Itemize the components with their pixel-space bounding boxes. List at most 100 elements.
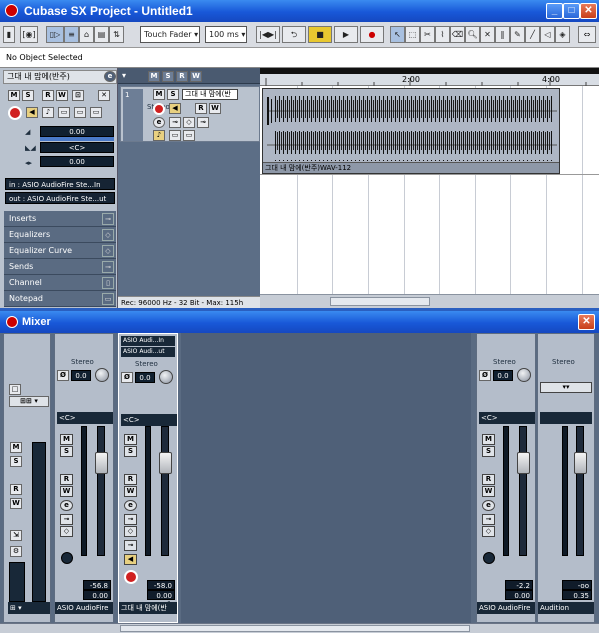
folder-button[interactable]: ▭: [74, 107, 86, 118]
channel-io-button[interactable]: ▾▾: [540, 382, 592, 393]
timebase-button[interactable]: ♪: [42, 107, 54, 118]
constrain-delay-button[interactable]: [◉]: [20, 26, 38, 43]
channel-mute-button[interactable]: M: [482, 434, 495, 445]
channel-level[interactable]: 0.00: [505, 590, 533, 600]
track-edit-button[interactable]: e: [153, 117, 165, 128]
goto-start-end-button[interactable]: |◀▶|: [256, 26, 280, 43]
timewarp-tool-icon[interactable]: ‖: [495, 26, 510, 43]
channel-solo-button[interactable]: S: [482, 446, 495, 457]
inspector-track-name[interactable]: 그대 내 맘에(반주): [3, 70, 117, 84]
channel-edit-button[interactable]: e: [482, 500, 495, 511]
object-select-tool-icon[interactable]: ↖: [390, 26, 405, 43]
show-inspector-button[interactable]: ▯▷: [46, 26, 64, 43]
volume-value[interactable]: 0.00: [40, 126, 114, 137]
split-tool-icon[interactable]: ✂: [420, 26, 435, 43]
channel-fader[interactable]: [519, 426, 527, 556]
channel-name-input[interactable]: ASIO AudioFire: [55, 602, 113, 614]
global-solo-button[interactable]: S: [162, 71, 174, 82]
common-read-all-button[interactable]: R: [10, 484, 22, 495]
channel-pan[interactable]: [540, 412, 592, 424]
line-tool-icon[interactable]: ╱: [525, 26, 540, 43]
pan-value[interactable]: <C>: [40, 142, 114, 153]
arrange-horizontal-scrollbar[interactable]: [260, 294, 599, 308]
stop-button[interactable]: ■: [308, 26, 332, 43]
track-name-field[interactable]: 그대 내 맘에(반: [182, 89, 238, 100]
record-enable-button[interactable]: [8, 106, 22, 120]
zoom-tool-icon[interactable]: 🔍︎: [465, 26, 480, 43]
input-gain-value[interactable]: 0.0: [493, 370, 513, 381]
channel-fader-cap[interactable]: [95, 452, 108, 474]
equalizer-curve-section[interactable]: Equalizer Curve ◇: [4, 243, 116, 259]
color-tool-icon[interactable]: ◈: [555, 26, 570, 43]
track-mute-button[interactable]: M: [153, 89, 165, 100]
phase-button[interactable]: Ø: [479, 370, 491, 381]
lock-button[interactable]: ⊡: [72, 90, 84, 101]
channel-write-button[interactable]: W: [482, 486, 495, 497]
channel-monitor-button[interactable]: ◀: [124, 554, 137, 565]
channel-section[interactable]: Channel ▯: [4, 275, 116, 291]
sends-section[interactable]: Sends ⊸: [4, 259, 116, 275]
channel-write-button[interactable]: W: [60, 486, 73, 497]
show-overview-button[interactable]: ⌂: [79, 26, 94, 43]
mute-tool-icon[interactable]: ✕: [480, 26, 495, 43]
audio-track[interactable]: 1 Stereo M S 그대 내 맘에(반 ◀ R W e ⊸ ◇ ⊸ ♪ ▭…: [120, 86, 260, 142]
glue-tool-icon[interactable]: ⌇: [435, 26, 450, 43]
track-insert-bypass-button[interactable]: ⊸: [169, 117, 181, 128]
solo-button[interactable]: S: [22, 90, 34, 101]
play-tool-icon[interactable]: ◁: [540, 26, 555, 43]
pool-button[interactable]: ▤: [94, 26, 109, 43]
track-timebase-button[interactable]: ♪: [153, 130, 165, 141]
common-link-button[interactable]: ⇲: [10, 530, 22, 541]
channel-fader[interactable]: [97, 426, 105, 556]
common-view-icon[interactable]: □: [9, 384, 21, 395]
channel-pan[interactable]: <C>: [479, 412, 535, 424]
channel-pan[interactable]: <C>: [121, 414, 177, 426]
channel-fader[interactable]: [576, 426, 584, 556]
channel-read-button[interactable]: R: [60, 474, 73, 485]
track-eq-bypass-button[interactable]: ◇: [183, 117, 195, 128]
channel-solo-button[interactable]: S: [124, 446, 137, 457]
track-lanes-button[interactable]: ▭: [183, 130, 195, 141]
phase-button[interactable]: Ø: [121, 372, 133, 383]
edit-channel-button[interactable]: e: [104, 71, 116, 82]
range-tool-icon[interactable]: ⬚: [405, 26, 420, 43]
channel-insert-bypass-button[interactable]: ⊸: [124, 514, 137, 525]
write-button[interactable]: W: [56, 90, 68, 101]
track-monitor-button[interactable]: ◀: [169, 103, 181, 114]
track-write-button[interactable]: W: [209, 103, 221, 114]
channel-mute-button[interactable]: M: [124, 434, 137, 445]
channel-fader-cap[interactable]: [159, 452, 172, 474]
global-write-button[interactable]: W: [190, 71, 202, 82]
common-show-button[interactable]: ⊞⊞ ▾: [9, 396, 49, 407]
channel-level[interactable]: 0.35: [562, 590, 592, 600]
channel-write-button[interactable]: W: [124, 486, 137, 497]
phase-button[interactable]: Ø: [57, 370, 69, 381]
channel-solo-button[interactable]: S: [60, 446, 73, 457]
input-gain-knob[interactable]: [159, 370, 173, 384]
mixer-scroll-thumb[interactable]: [120, 625, 470, 632]
notepad-section[interactable]: Notepad ▭: [4, 291, 116, 307]
scroll-thumb[interactable]: [330, 297, 430, 306]
common-write-all-button[interactable]: W: [10, 498, 22, 509]
global-read-button[interactable]: R: [176, 71, 188, 82]
channel-eq-bypass-button[interactable]: ◇: [482, 526, 495, 537]
track-lock-button[interactable]: ▭: [169, 130, 181, 141]
channel-record-button[interactable]: [124, 570, 138, 584]
input-routing[interactable]: in : ASIO AudioFire Ste...In: [5, 178, 115, 190]
preroll-select[interactable]: 100 ms ▾: [205, 26, 247, 43]
mixer-close-button[interactable]: ✕: [578, 314, 595, 330]
channel-name-audio[interactable]: 그대 내 맘에(반: [119, 602, 177, 614]
read-button[interactable]: R: [42, 90, 54, 101]
mixer-button[interactable]: ⇅: [109, 26, 124, 43]
delay-value[interactable]: 0.00: [40, 156, 114, 167]
input-gain-knob[interactable]: [95, 368, 109, 382]
snap-button[interactable]: ⇔: [578, 26, 596, 43]
timeline-ruler[interactable]: 2:00 4:00: [260, 68, 599, 86]
inserts-section[interactable]: Inserts ⊸: [4, 211, 116, 227]
show-infoline-button[interactable]: ≡: [64, 26, 79, 43]
draw-tool-icon[interactable]: ✎: [510, 26, 525, 43]
channel-eq-bypass-button[interactable]: ◇: [60, 526, 73, 537]
channel-name-output[interactable]: ASIO AudioFire: [477, 602, 535, 614]
channel-send-bypass-button[interactable]: ⊸: [124, 540, 137, 551]
equalizers-section[interactable]: Equalizers ◇: [4, 227, 116, 243]
